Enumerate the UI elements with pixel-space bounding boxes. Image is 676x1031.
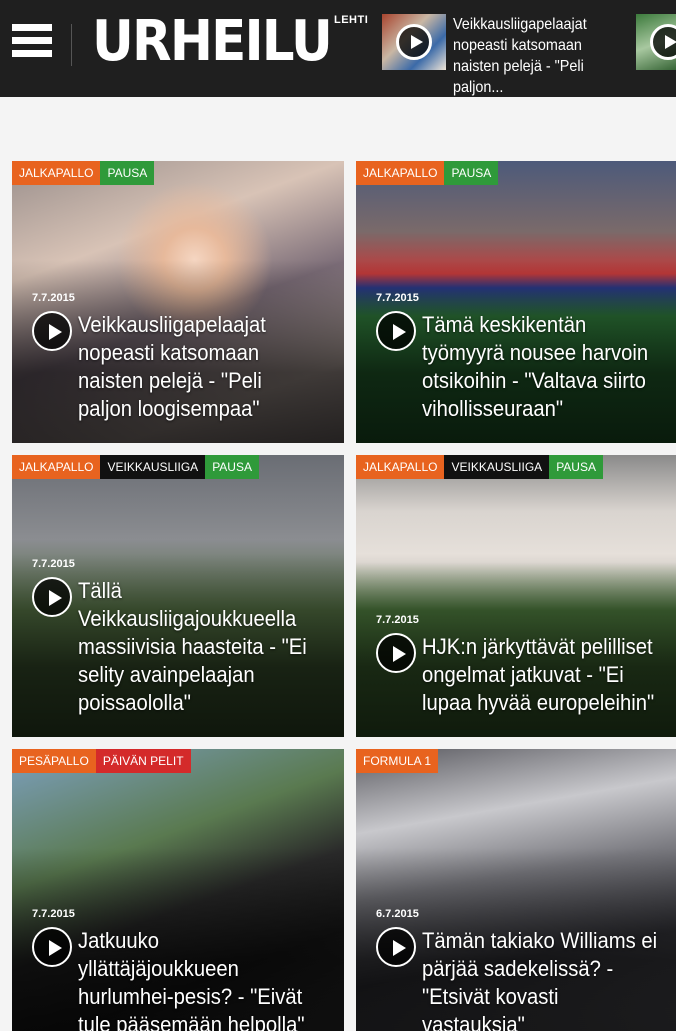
article-title[interactable]: HJK:n järkyttävät pelilliset ongelmat ja… [422,633,663,717]
tag-list: JALKAPALLO VEIKKAUSLIIGA PAUSA [356,455,603,479]
tag[interactable]: VEIKKAUSLIIGA [100,455,206,479]
tag[interactable]: PESÄPALLO [12,749,96,773]
article-title[interactable]: Tämän takiako Williams ei pärjää sadekel… [422,927,663,1031]
menu-icon[interactable] [12,24,52,64]
play-icon[interactable] [32,311,72,351]
play-icon [396,24,432,60]
tag[interactable]: VEIKKAUSLIIGA [444,455,550,479]
article-card[interactable]: JALKAPALLO PAUSA 7.7.2015 Veikkausliigap… [12,161,344,443]
article-date: 7.7.2015 [376,292,419,304]
tag[interactable]: PAUSA [100,161,155,185]
play-icon[interactable] [32,577,72,617]
play-icon[interactable] [376,633,416,673]
article-card[interactable]: PESÄPALLO PÄIVÄN PELIT 7.7.2015 Jatkuuko… [12,749,344,1031]
article-title[interactable]: Jatkuuko yllättäjäjoukkueen hurlumhei-pe… [78,927,319,1031]
play-icon [650,24,676,60]
tag[interactable]: JALKAPALLO [356,455,445,479]
tag-list: JALKAPALLO PAUSA [356,161,499,185]
tag[interactable]: PÄIVÄN PELIT [95,749,191,773]
article-date: 7.7.2015 [32,908,75,920]
promo-thumbnail-next[interactable] [636,14,676,70]
article-date: 7.7.2015 [376,614,419,626]
article-card[interactable]: JALKAPALLO PAUSA 7.7.2015 Tämä keskikent… [356,161,676,443]
article-date: 6.7.2015 [376,908,419,920]
play-icon[interactable] [376,927,416,967]
site-logo[interactable]: URHEILU [92,6,333,78]
play-icon[interactable] [376,311,416,351]
divider [71,24,72,66]
tag[interactable]: PAUSA [444,161,499,185]
article-card[interactable]: JALKAPALLO VEIKKAUSLIIGA PAUSA 7.7.2015 … [12,455,344,737]
article-date: 7.7.2015 [32,292,75,304]
article-card[interactable]: FORMULA 1 6.7.2015 Tämän takiako William… [356,749,676,1031]
tag[interactable]: PAUSA [205,455,259,479]
article-date: 7.7.2015 [32,558,75,570]
article-card[interactable]: JALKAPALLO VEIKKAUSLIIGA PAUSA 7.7.2015 … [356,455,676,737]
promo-thumbnail[interactable] [382,14,446,70]
tag[interactable]: PAUSA [549,455,603,479]
tag-list: JALKAPALLO PAUSA [12,161,155,185]
tag-list: JALKAPALLO VEIKKAUSLIIGA PAUSA [12,455,259,479]
tag[interactable]: JALKAPALLO [12,455,101,479]
tag[interactable]: JALKAPALLO [356,161,445,185]
top-bar: URHEILU LEHTI Veikkausliigapelaajat nope… [0,0,676,97]
tag-list: PESÄPALLO PÄIVÄN PELIT [12,749,191,773]
article-title[interactable]: Tällä Veikkausliigajoukkueella massiivis… [78,577,319,717]
article-title[interactable]: Tämä keskikentän työmyyrä nousee harvoin… [422,311,663,423]
tag[interactable]: FORMULA 1 [356,749,439,773]
promo-title[interactable]: Veikkausliigapelaajat nopeasti katsomaan… [453,14,615,98]
logo-subtitle: LEHTI [334,14,369,26]
play-icon[interactable] [32,927,72,967]
article-title[interactable]: Veikkausliigapelaajat nopeasti katsomaan… [78,311,319,423]
tag[interactable]: JALKAPALLO [12,161,101,185]
tag-list: FORMULA 1 [356,749,439,773]
